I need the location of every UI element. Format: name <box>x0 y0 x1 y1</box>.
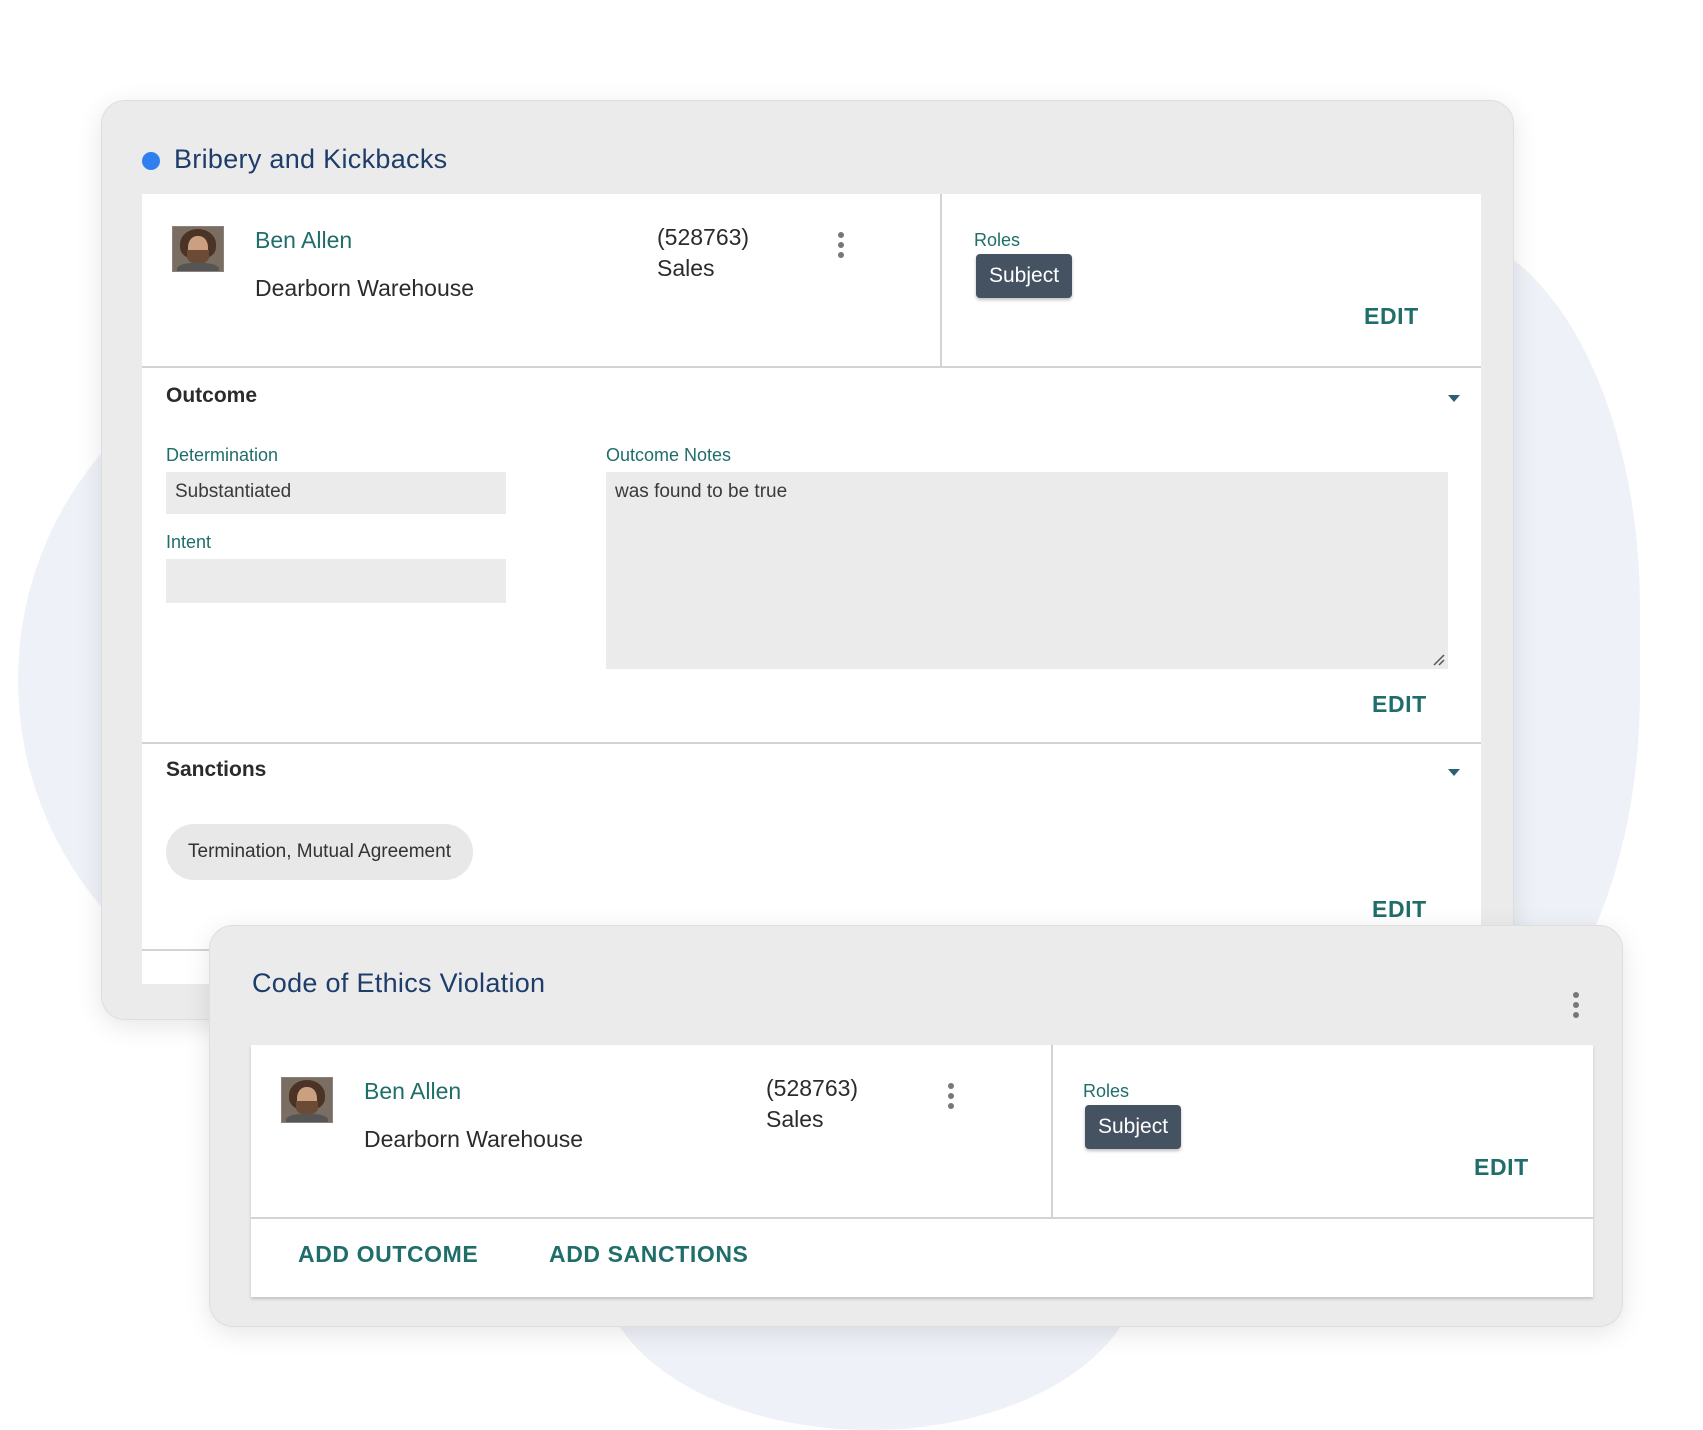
edit-outcome-button[interactable]: EDIT <box>1372 691 1427 718</box>
person-location: Dearborn Warehouse <box>364 1126 584 1152</box>
sanction-chip: Termination, Mutual Agreement <box>166 824 473 880</box>
avatar <box>172 226 224 272</box>
roles-label: Roles <box>974 230 1021 250</box>
person-location: Dearborn Warehouse <box>255 275 475 301</box>
sanctions-section-title: Sanctions <box>166 758 267 781</box>
outcome-notes-text: was found to be true <box>615 481 788 502</box>
divider <box>142 742 1481 744</box>
intent-label: Intent <box>166 532 212 552</box>
determination-field[interactable]: Substantiated <box>166 472 506 514</box>
person-department: Sales <box>657 255 715 281</box>
edit-roles-button[interactable]: EDIT <box>1364 303 1419 330</box>
outcome-section-title: Outcome <box>166 384 258 407</box>
card-title: Code of Ethics Violation <box>252 968 546 998</box>
person-id-dept: (528763) Sales <box>657 222 749 284</box>
person-kebab-menu-icon[interactable] <box>837 232 845 262</box>
card-kebab-menu-icon[interactable] <box>1572 992 1580 1022</box>
sanctions-caret-down-icon[interactable] <box>1448 769 1460 776</box>
person-row: Ben Allen Dearborn Warehouse (528763) Sa… <box>142 194 1481 368</box>
card-title: Bribery and Kickbacks <box>174 144 448 174</box>
edit-roles-button[interactable]: EDIT <box>1474 1154 1529 1181</box>
person-kebab-menu-icon[interactable] <box>947 1083 955 1113</box>
add-outcome-button[interactable]: ADD OUTCOME <box>298 1241 478 1268</box>
edit-sanctions-button[interactable]: EDIT <box>1372 896 1427 923</box>
status-dot-icon <box>142 152 160 170</box>
resize-handle-icon[interactable] <box>1431 652 1445 666</box>
person-name-link[interactable]: Ben Allen <box>255 227 352 254</box>
roles-label: Roles <box>1083 1081 1130 1101</box>
role-chip-subject: Subject <box>976 254 1073 298</box>
determination-label: Determination <box>166 445 279 465</box>
person-id: (528763) <box>657 224 750 250</box>
outcome-notes-textarea[interactable]: was found to be true <box>606 472 1448 669</box>
outcome-caret-down-icon[interactable] <box>1448 395 1460 402</box>
case-card-code-of-ethics: Code of Ethics Violation Ben Allen Dearb… <box>209 925 1623 1327</box>
person-name-link[interactable]: Ben Allen <box>364 1078 461 1105</box>
outcome-notes-label: Outcome Notes <box>606 445 732 465</box>
intent-field[interactable] <box>166 559 506 603</box>
add-sanctions-button[interactable]: ADD SANCTIONS <box>549 1241 748 1268</box>
divider <box>940 194 942 366</box>
divider <box>1051 1045 1053 1217</box>
role-chip-subject: Subject <box>1085 1105 1182 1149</box>
person-department: Sales <box>766 1106 824 1132</box>
case-panel: Ben Allen Dearborn Warehouse (528763) Sa… <box>142 194 1481 984</box>
case-card-bribery: Bribery and Kickbacks Ben Allen Dearborn… <box>101 100 1514 1020</box>
case-panel: Ben Allen Dearborn Warehouse (528763) Sa… <box>251 1045 1593 1297</box>
avatar <box>281 1077 333 1123</box>
person-id: (528763) <box>766 1075 859 1101</box>
person-id-dept: (528763) Sales <box>766 1073 858 1135</box>
person-row: Ben Allen Dearborn Warehouse (528763) Sa… <box>251 1045 1593 1219</box>
